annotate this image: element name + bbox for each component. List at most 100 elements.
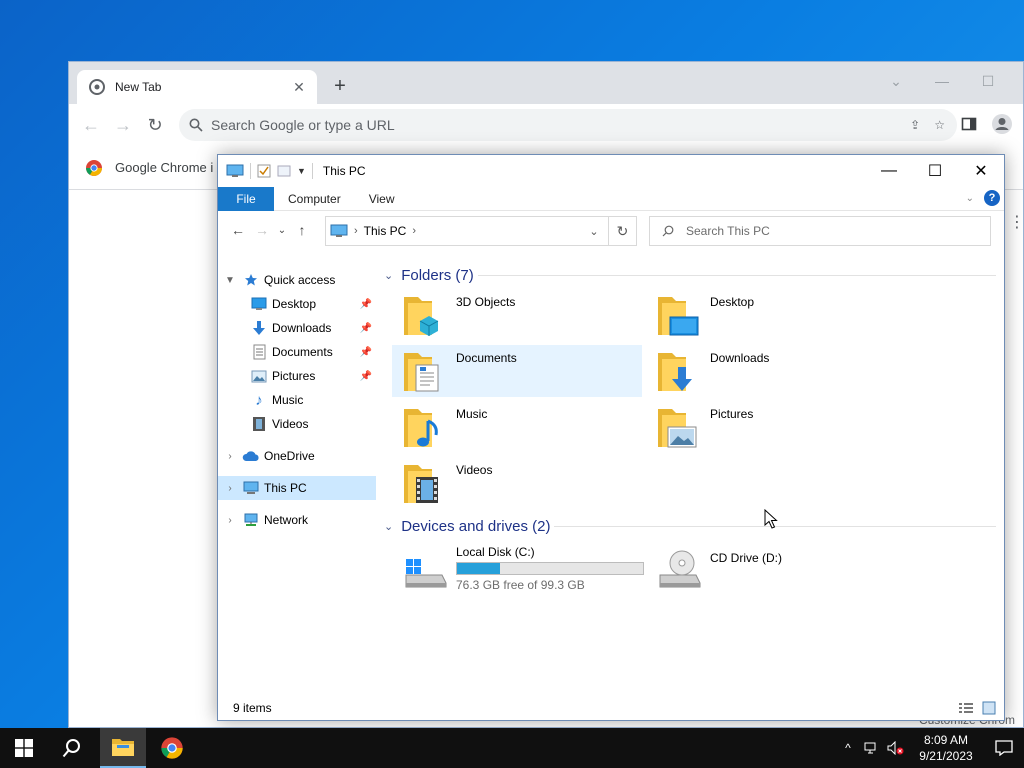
search-button[interactable] (48, 728, 96, 768)
ribbon-tab-computer[interactable]: Computer (274, 187, 355, 211)
nav-item-pictures[interactable]: Pictures 📌 (218, 364, 376, 388)
breadcrumb-chevron-icon[interactable]: › (354, 225, 358, 237)
nav-item-downloads[interactable]: Downloads 📌 (218, 316, 376, 340)
new-tab-button[interactable]: + (328, 75, 352, 99)
search-icon (62, 739, 80, 758)
maximize-button[interactable]: ☐ (912, 155, 958, 187)
drive-local-disk-c[interactable]: Local Disk (C:) 76.3 GB free of 99.3 GB (392, 541, 644, 593)
expand-chevron-icon[interactable]: › (218, 483, 242, 494)
nav-item-music[interactable]: ♪ Music (218, 388, 376, 412)
folder-label: Videos (456, 463, 493, 477)
large-icons-view-icon[interactable] (982, 701, 996, 715)
omnibox[interactable]: ⇪ ☆ (179, 109, 957, 141)
side-panel-icon[interactable] (961, 116, 977, 135)
nav-item-desktop[interactable]: Desktop 📌 (218, 292, 376, 316)
recent-locations-chevron-icon[interactable]: ⌄ (274, 218, 290, 242)
pin-icon: 📌 (359, 346, 372, 358)
nav-item-onedrive[interactable]: › OneDrive (218, 444, 376, 468)
forward-arrow-icon[interactable]: → (107, 109, 139, 141)
ribbon-tabs: File Computer View ⌄ ? (218, 186, 1004, 211)
picture-icon (250, 368, 268, 384)
new-folder-icon[interactable] (277, 164, 291, 178)
up-arrow-icon[interactable]: ↑ (290, 218, 314, 242)
group-title: Devices and drives (2) (401, 517, 551, 535)
properties-icon[interactable] (257, 164, 271, 178)
nav-item-documents[interactable]: Documents 📌 (218, 340, 376, 364)
film-strip-icon (250, 416, 268, 432)
collapse-chevron-icon[interactable]: ▼ (218, 275, 242, 286)
nav-item-this-pc[interactable]: › This PC (218, 476, 376, 500)
folder-desktop[interactable]: Desktop (646, 289, 896, 341)
back-arrow-icon[interactable]: ← (75, 109, 107, 141)
download-arrow-icon (250, 320, 268, 336)
close-button[interactable]: ✕ (958, 155, 1004, 187)
clock[interactable]: 8:09 AM 9/21/2023 (908, 732, 984, 764)
chrome-tab-new-tab[interactable]: New Tab ✕ (77, 70, 317, 104)
quick-access-toolbar: ▼ (226, 163, 313, 179)
address-dropdown-icon[interactable]: ⌄ (584, 217, 604, 245)
folder-music[interactable]: Music (392, 401, 642, 453)
explorer-titlebar: ▼ This PC — ☐ ✕ (218, 155, 1004, 187)
folder-pictures[interactable]: Pictures (646, 401, 896, 453)
details-view-icon[interactable] (958, 701, 974, 715)
nav-item-quick-access[interactable]: ▼ Quick access (218, 268, 376, 292)
star-icon[interactable]: ☆ (934, 118, 945, 132)
start-button[interactable] (0, 728, 48, 768)
show-hidden-icons-chevron-icon[interactable]: ^ (836, 741, 860, 755)
folder-label: Pictures (710, 407, 754, 421)
minimize-button[interactable]: — (866, 155, 912, 187)
close-tab-icon[interactable]: ✕ (291, 79, 307, 96)
nav-item-network[interactable]: › Network (218, 508, 376, 532)
expand-ribbon-chevron-icon[interactable]: ⌄ (966, 193, 974, 204)
group-divider (478, 275, 996, 276)
chrome-logo-icon (86, 159, 102, 176)
reload-icon[interactable]: ↻ (139, 109, 171, 141)
collapse-chevron-icon[interactable]: ⌄ (384, 520, 393, 533)
collapse-chevron-icon[interactable]: ⌄ (384, 269, 393, 282)
customize-toolbar-chevron-icon[interactable]: ▼ (297, 166, 306, 176)
search-input[interactable] (686, 224, 990, 238)
breadcrumb-this-pc[interactable]: This PC (364, 224, 407, 238)
forward-arrow-icon[interactable]: → (250, 218, 274, 242)
folder-3d-objects[interactable]: 3D Objects (392, 289, 642, 341)
chrome-toolbar: ← → ↻ ⇪ ☆ (69, 104, 1023, 146)
expand-chevron-icon[interactable]: › (218, 515, 242, 526)
refresh-icon[interactable]: ↻ (608, 217, 636, 245)
computer-icon[interactable] (226, 164, 244, 178)
help-icon[interactable]: ? (984, 190, 1000, 206)
folder-downloads[interactable]: Downloads (646, 345, 896, 397)
folder-videos[interactable]: Videos (392, 457, 642, 509)
drive-cd-d[interactable]: CD Drive (D:) (646, 541, 896, 593)
group-header-folders[interactable]: ⌄ Folders (7) (384, 265, 474, 285)
bookmark-link[interactable]: Google Chrome i (115, 160, 213, 175)
address-bar[interactable]: › This PC › ⌄ ↻ (325, 216, 637, 246)
back-arrow-icon[interactable]: ← (226, 218, 250, 242)
folder-desktop-icon (656, 291, 704, 339)
nav-item-videos[interactable]: Videos (218, 412, 376, 436)
taskbar-file-explorer[interactable] (100, 728, 146, 768)
ribbon-tab-view[interactable]: View (355, 187, 409, 211)
notification-center-button[interactable] (984, 728, 1024, 768)
drive-usage-fill (457, 563, 500, 574)
folder-documents[interactable]: Documents (392, 345, 642, 397)
breadcrumb-chevron-icon[interactable]: › (412, 225, 416, 237)
chrome-minimize-button[interactable]: — (919, 68, 965, 96)
network-icon[interactable] (860, 741, 884, 755)
star-icon (242, 272, 260, 288)
chevron-down-icon[interactable]: ⌄ (873, 68, 919, 96)
taskbar-chrome[interactable] (148, 728, 196, 768)
group-header-devices[interactable]: ⌄ Devices and drives (2) (384, 516, 550, 536)
drive-name: Local Disk (C:) (456, 545, 535, 559)
chrome-maximize-button[interactable]: ☐ (965, 68, 1011, 96)
search-box[interactable] (649, 216, 991, 246)
expand-chevron-icon[interactable]: › (218, 451, 242, 462)
folder-label: Downloads (710, 351, 770, 365)
volume-muted-icon[interactable] (884, 741, 908, 755)
ribbon-tab-file[interactable]: File (218, 186, 274, 211)
profile-icon[interactable] (991, 113, 1013, 138)
share-icon[interactable]: ⇪ (910, 118, 920, 132)
folder-label: 3D Objects (456, 295, 516, 309)
navigation-pane: ▼ Quick access Desktop 📌 Downloads 📌 Doc… (218, 259, 376, 679)
folder-3d-objects-icon (402, 291, 450, 339)
omnibox-input[interactable] (211, 117, 911, 133)
